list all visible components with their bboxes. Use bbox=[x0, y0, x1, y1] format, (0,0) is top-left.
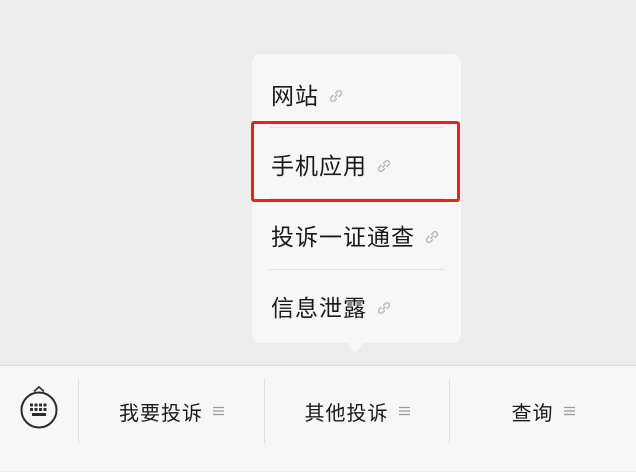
menu-tab-other-complaints[interactable]: 其他投诉 bbox=[265, 366, 449, 456]
menu-tab-complain[interactable]: 我要投诉 bbox=[79, 366, 264, 456]
link-icon bbox=[329, 89, 343, 102]
submenu-item-label: 投诉一证通查 bbox=[271, 225, 415, 251]
keyboard-toggle-button[interactable] bbox=[0, 366, 78, 472]
menu-tab-query[interactable]: 查询 bbox=[450, 366, 636, 456]
submenu-item-complaint-check[interactable]: 投诉一证通查 bbox=[271, 200, 447, 270]
submenu-item-info-leak[interactable]: 信息泄露 bbox=[271, 271, 447, 341]
popup-pointer bbox=[346, 342, 364, 353]
menu-lines-icon bbox=[563, 406, 575, 416]
submenu-item-label: 网站 bbox=[271, 84, 319, 110]
link-icon bbox=[425, 230, 439, 243]
keyboard-icon bbox=[20, 391, 58, 429]
menu-lines-icon bbox=[398, 406, 410, 416]
submenu-item-website[interactable]: 网站 bbox=[271, 59, 447, 129]
menu-tab-label: 查询 bbox=[511, 400, 554, 425]
menu-tab-label: 其他投诉 bbox=[304, 400, 389, 425]
bottom-menu-bar: 我要投诉 其他投诉 查询 bbox=[0, 365, 636, 471]
menu-lines-icon bbox=[213, 406, 224, 416]
menu-tab-label: 我要投诉 bbox=[119, 400, 203, 425]
menu-divider bbox=[269, 269, 444, 270]
link-icon bbox=[377, 301, 391, 314]
submenu-item-label: 信息泄露 bbox=[271, 296, 367, 322]
highlight-frame bbox=[251, 121, 460, 202]
